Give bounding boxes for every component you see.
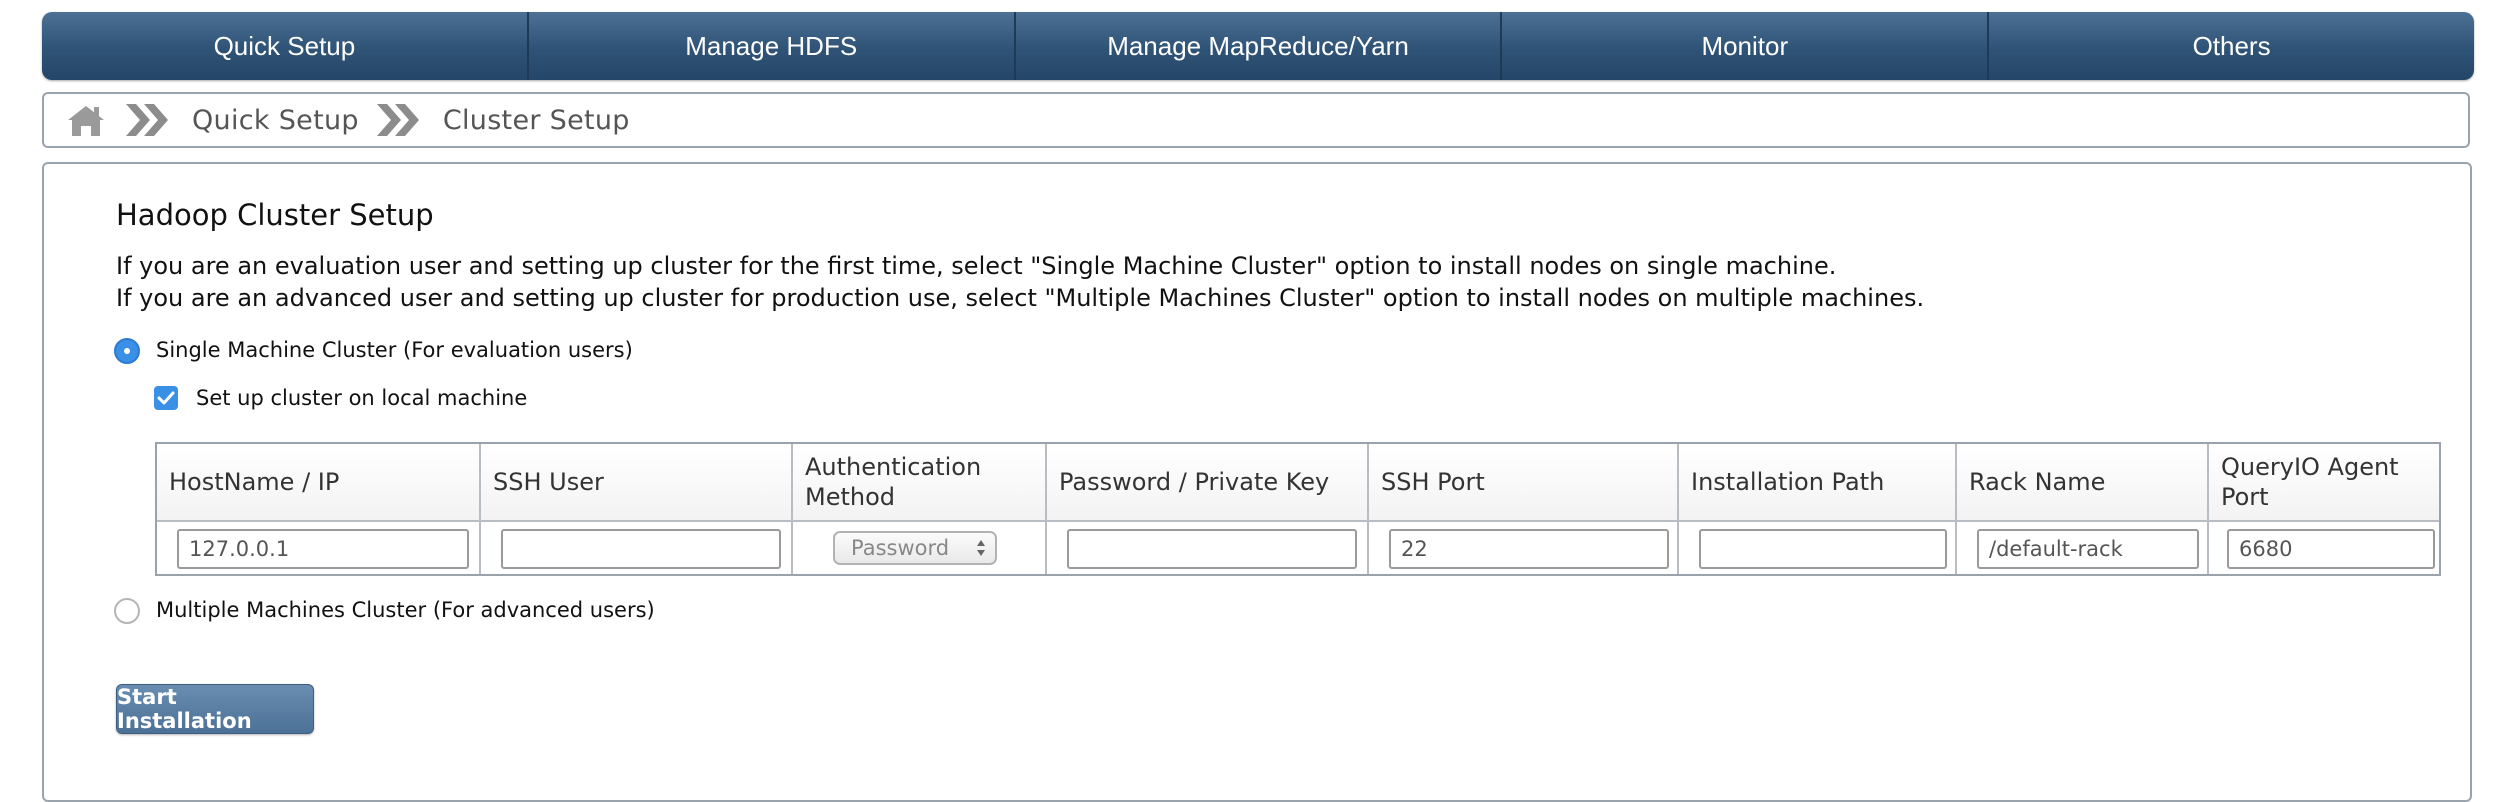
- double-chevron-right-icon: [122, 100, 174, 140]
- nav-quick-setup[interactable]: Quick Setup: [42, 12, 527, 80]
- nav-others[interactable]: Others: [1987, 12, 2474, 80]
- breadcrumb: Quick Setup Cluster Setup: [42, 92, 2470, 148]
- cell-ssh-port: 22: [1367, 522, 1677, 574]
- header-agent-port: QueryIO Agent Port: [2207, 444, 2439, 520]
- table-row: 127.0.0.1 Password 22 /default-rack 6680: [157, 522, 2439, 574]
- header-ssh-port: SSH Port: [1367, 444, 1677, 520]
- top-nav-bar: Quick Setup Manage HDFS Manage MapReduce…: [42, 12, 2474, 80]
- double-chevron-right-icon: [373, 100, 425, 140]
- single-machine-label[interactable]: Single Machine Cluster (For evaluation u…: [156, 338, 633, 362]
- multiple-machines-radio[interactable]: [114, 598, 140, 624]
- cluster-setup-panel: Hadoop Cluster Setup If you are an evalu…: [42, 162, 2472, 802]
- header-installation-path: Installation Path: [1677, 444, 1955, 520]
- node-table: HostName / IP SSH User Authentication Me…: [155, 442, 2441, 576]
- description-line-2: If you are an advanced user and setting …: [116, 284, 1925, 312]
- table-header-row: HostName / IP SSH User Authentication Me…: [157, 444, 2439, 522]
- cell-hostname: 127.0.0.1: [157, 522, 479, 574]
- auth-method-value: Password: [851, 536, 950, 560]
- ssh-port-input[interactable]: 22: [1389, 529, 1669, 569]
- checkmark-icon: [157, 391, 175, 405]
- cell-password: [1045, 522, 1367, 574]
- select-arrows-icon: [977, 540, 985, 556]
- nav-manage-hdfs[interactable]: Manage HDFS: [526, 12, 1014, 80]
- header-ssh-user: SSH User: [479, 444, 791, 520]
- start-installation-button[interactable]: Start Installation: [116, 684, 314, 734]
- nav-manage-mapreduce-yarn[interactable]: Manage MapReduce/Yarn: [1013, 12, 1501, 80]
- header-auth-method: Authentication Method: [791, 444, 1045, 520]
- breadcrumb-quick-setup[interactable]: Quick Setup: [192, 105, 359, 136]
- home-icon[interactable]: [64, 102, 108, 138]
- single-machine-radio[interactable]: [114, 338, 140, 364]
- auth-method-select[interactable]: Password: [833, 531, 997, 565]
- ssh-user-input[interactable]: [501, 529, 781, 569]
- page-title: Hadoop Cluster Setup: [116, 198, 434, 232]
- hostname-input[interactable]: 127.0.0.1: [177, 529, 469, 569]
- header-password-key: Password / Private Key: [1045, 444, 1367, 520]
- cell-ssh-user: [479, 522, 791, 574]
- cell-agent-port: 6680: [2207, 522, 2439, 574]
- password-input[interactable]: [1067, 529, 1357, 569]
- cell-auth-method: Password: [791, 522, 1045, 574]
- multiple-machines-label[interactable]: Multiple Machines Cluster (For advanced …: [156, 598, 655, 622]
- rack-name-input[interactable]: /default-rack: [1977, 529, 2199, 569]
- header-hostname: HostName / IP: [169, 468, 340, 496]
- agent-port-input[interactable]: 6680: [2227, 529, 2435, 569]
- description-line-1: If you are an evaluation user and settin…: [116, 252, 1837, 280]
- installation-path-input[interactable]: [1699, 529, 1947, 569]
- nav-monitor[interactable]: Monitor: [1500, 12, 1987, 80]
- cell-rack-name: /default-rack: [1955, 522, 2207, 574]
- cell-installation-path: [1677, 522, 1955, 574]
- local-machine-checkbox[interactable]: [154, 386, 178, 410]
- breadcrumb-cluster-setup: Cluster Setup: [442, 104, 630, 136]
- header-rack-name: Rack Name: [1955, 444, 2207, 520]
- local-machine-label[interactable]: Set up cluster on local machine: [196, 386, 527, 410]
